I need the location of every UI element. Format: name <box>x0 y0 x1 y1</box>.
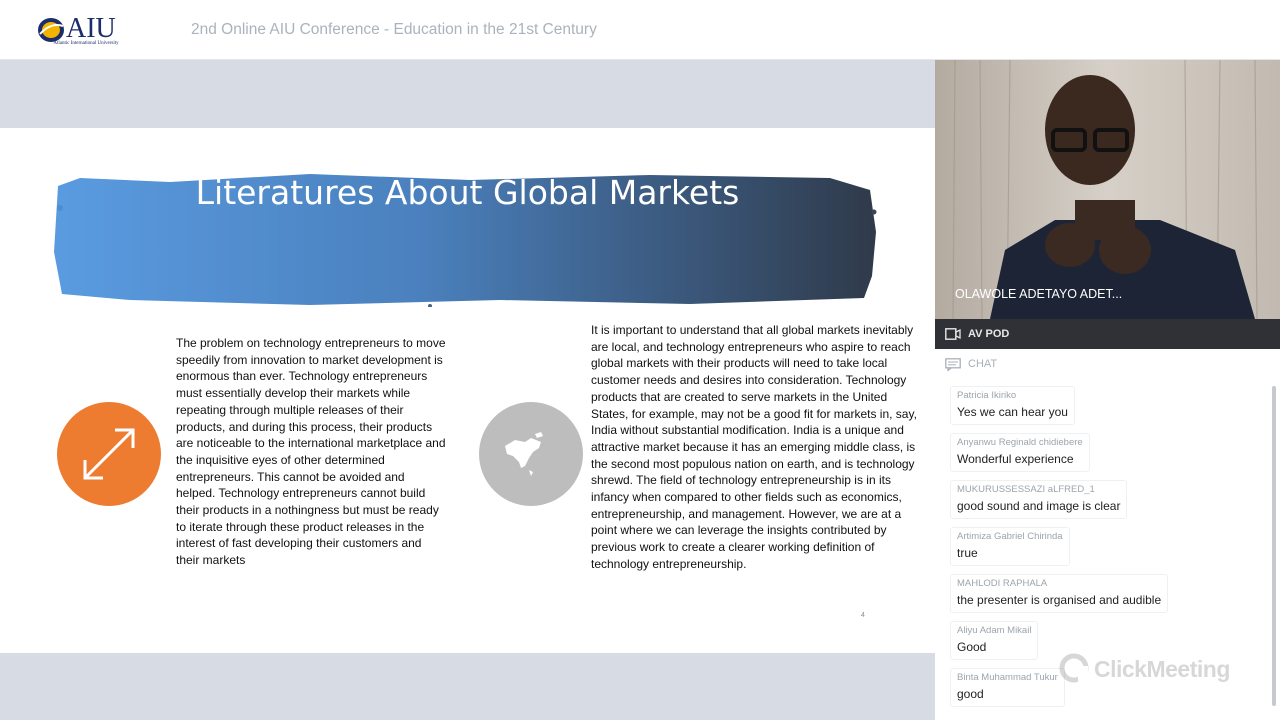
watermark-text: ClickMeeting <box>1094 656 1230 682</box>
left-paragraph: The problem on technology entrepreneurs … <box>176 336 446 568</box>
chat-message-text: Good <box>957 640 987 654</box>
presentation-stage: Literatures About Global Markets The pro… <box>0 60 935 720</box>
presenter-name: OLAWOLE ADETAYO ADET... <box>955 287 1123 301</box>
clickmeeting-watermark: ClickMeeting <box>1058 652 1230 688</box>
chat-message: Patricia Ikiriko Yes we can hear you <box>950 386 1075 425</box>
chat-message-text: Yes we can hear you <box>957 405 1068 419</box>
chat-message: MAHLODI RAPHALA the presenter is organis… <box>950 574 1169 613</box>
slide-title: Literatures About Global Markets <box>195 173 740 212</box>
av-pod-header[interactable]: AV POD <box>935 319 1280 349</box>
chat-message-author: Anyanwu Reginald chidiebere <box>957 437 1083 448</box>
right-paragraph: It is important to understand that all g… <box>591 323 917 571</box>
conference-title: 2nd Online AIU Conference - Education in… <box>191 21 597 38</box>
chat-message: Artimiza Gabriel Chirinda true <box>950 527 1070 566</box>
chat-message: Binta Muhammad Tukur good <box>950 668 1065 707</box>
chat-message-author: Patricia Ikiriko <box>957 390 1017 401</box>
chat-message-text: true <box>957 546 978 560</box>
chat-message-text: good <box>957 687 984 701</box>
chat-message-author: Aliyu Adam Mikail <box>957 625 1032 636</box>
top-header: AIU Atlantic International University 2n… <box>0 0 1280 60</box>
chat-header[interactable]: CHAT <box>935 349 1280 379</box>
chat-message: Anyanwu Reginald chidiebere Wonderful ex… <box>950 433 1090 472</box>
chat-message-text: the presenter is organised and audible <box>957 593 1162 607</box>
globe-map-icon <box>479 402 583 506</box>
chat-message: Aliyu Adam Mikail Good <box>950 621 1039 660</box>
clickmeeting-logo-icon <box>1059 653 1089 684</box>
presenter-video-frame <box>935 60 1280 319</box>
chat-message-author: MUKURUSSESSAZI aLFRED_1 <box>957 484 1095 495</box>
expand-arrows-icon <box>57 402 161 506</box>
chat-message-author: MAHLODI RAPHALA <box>957 578 1048 589</box>
video-camera-icon <box>945 328 961 340</box>
side-panel: OLAWOLE ADETAYO ADET... AV POD CHAT Patr… <box>935 60 1280 720</box>
chat-message-author: Artimiza Gabriel Chirinda <box>957 531 1063 542</box>
chat-icon <box>945 358 961 371</box>
chat-message: MUKURUSSESSAZI aLFRED_1 good sound and i… <box>950 480 1128 519</box>
chat-scrollbar[interactable] <box>1272 386 1276 706</box>
chat-message-author: Binta Muhammad Tukur <box>957 672 1058 683</box>
chat-message-text: good sound and image is clear <box>957 499 1121 513</box>
chat-message-text: Wonderful experience <box>957 452 1074 466</box>
chat-label: CHAT <box>968 358 998 370</box>
aiu-globe-icon <box>38 18 64 42</box>
logo-subtext: Atlantic International University <box>53 41 119 46</box>
presenter-video[interactable]: OLAWOLE ADETAYO ADET... <box>935 60 1280 319</box>
presentation-slide: Literatures About Global Markets The pro… <box>0 128 935 653</box>
av-pod-label: AV POD <box>968 328 1010 340</box>
aiu-logo[interactable]: AIU Atlantic International University <box>36 13 136 48</box>
slide-page-number: 4 <box>861 612 865 619</box>
